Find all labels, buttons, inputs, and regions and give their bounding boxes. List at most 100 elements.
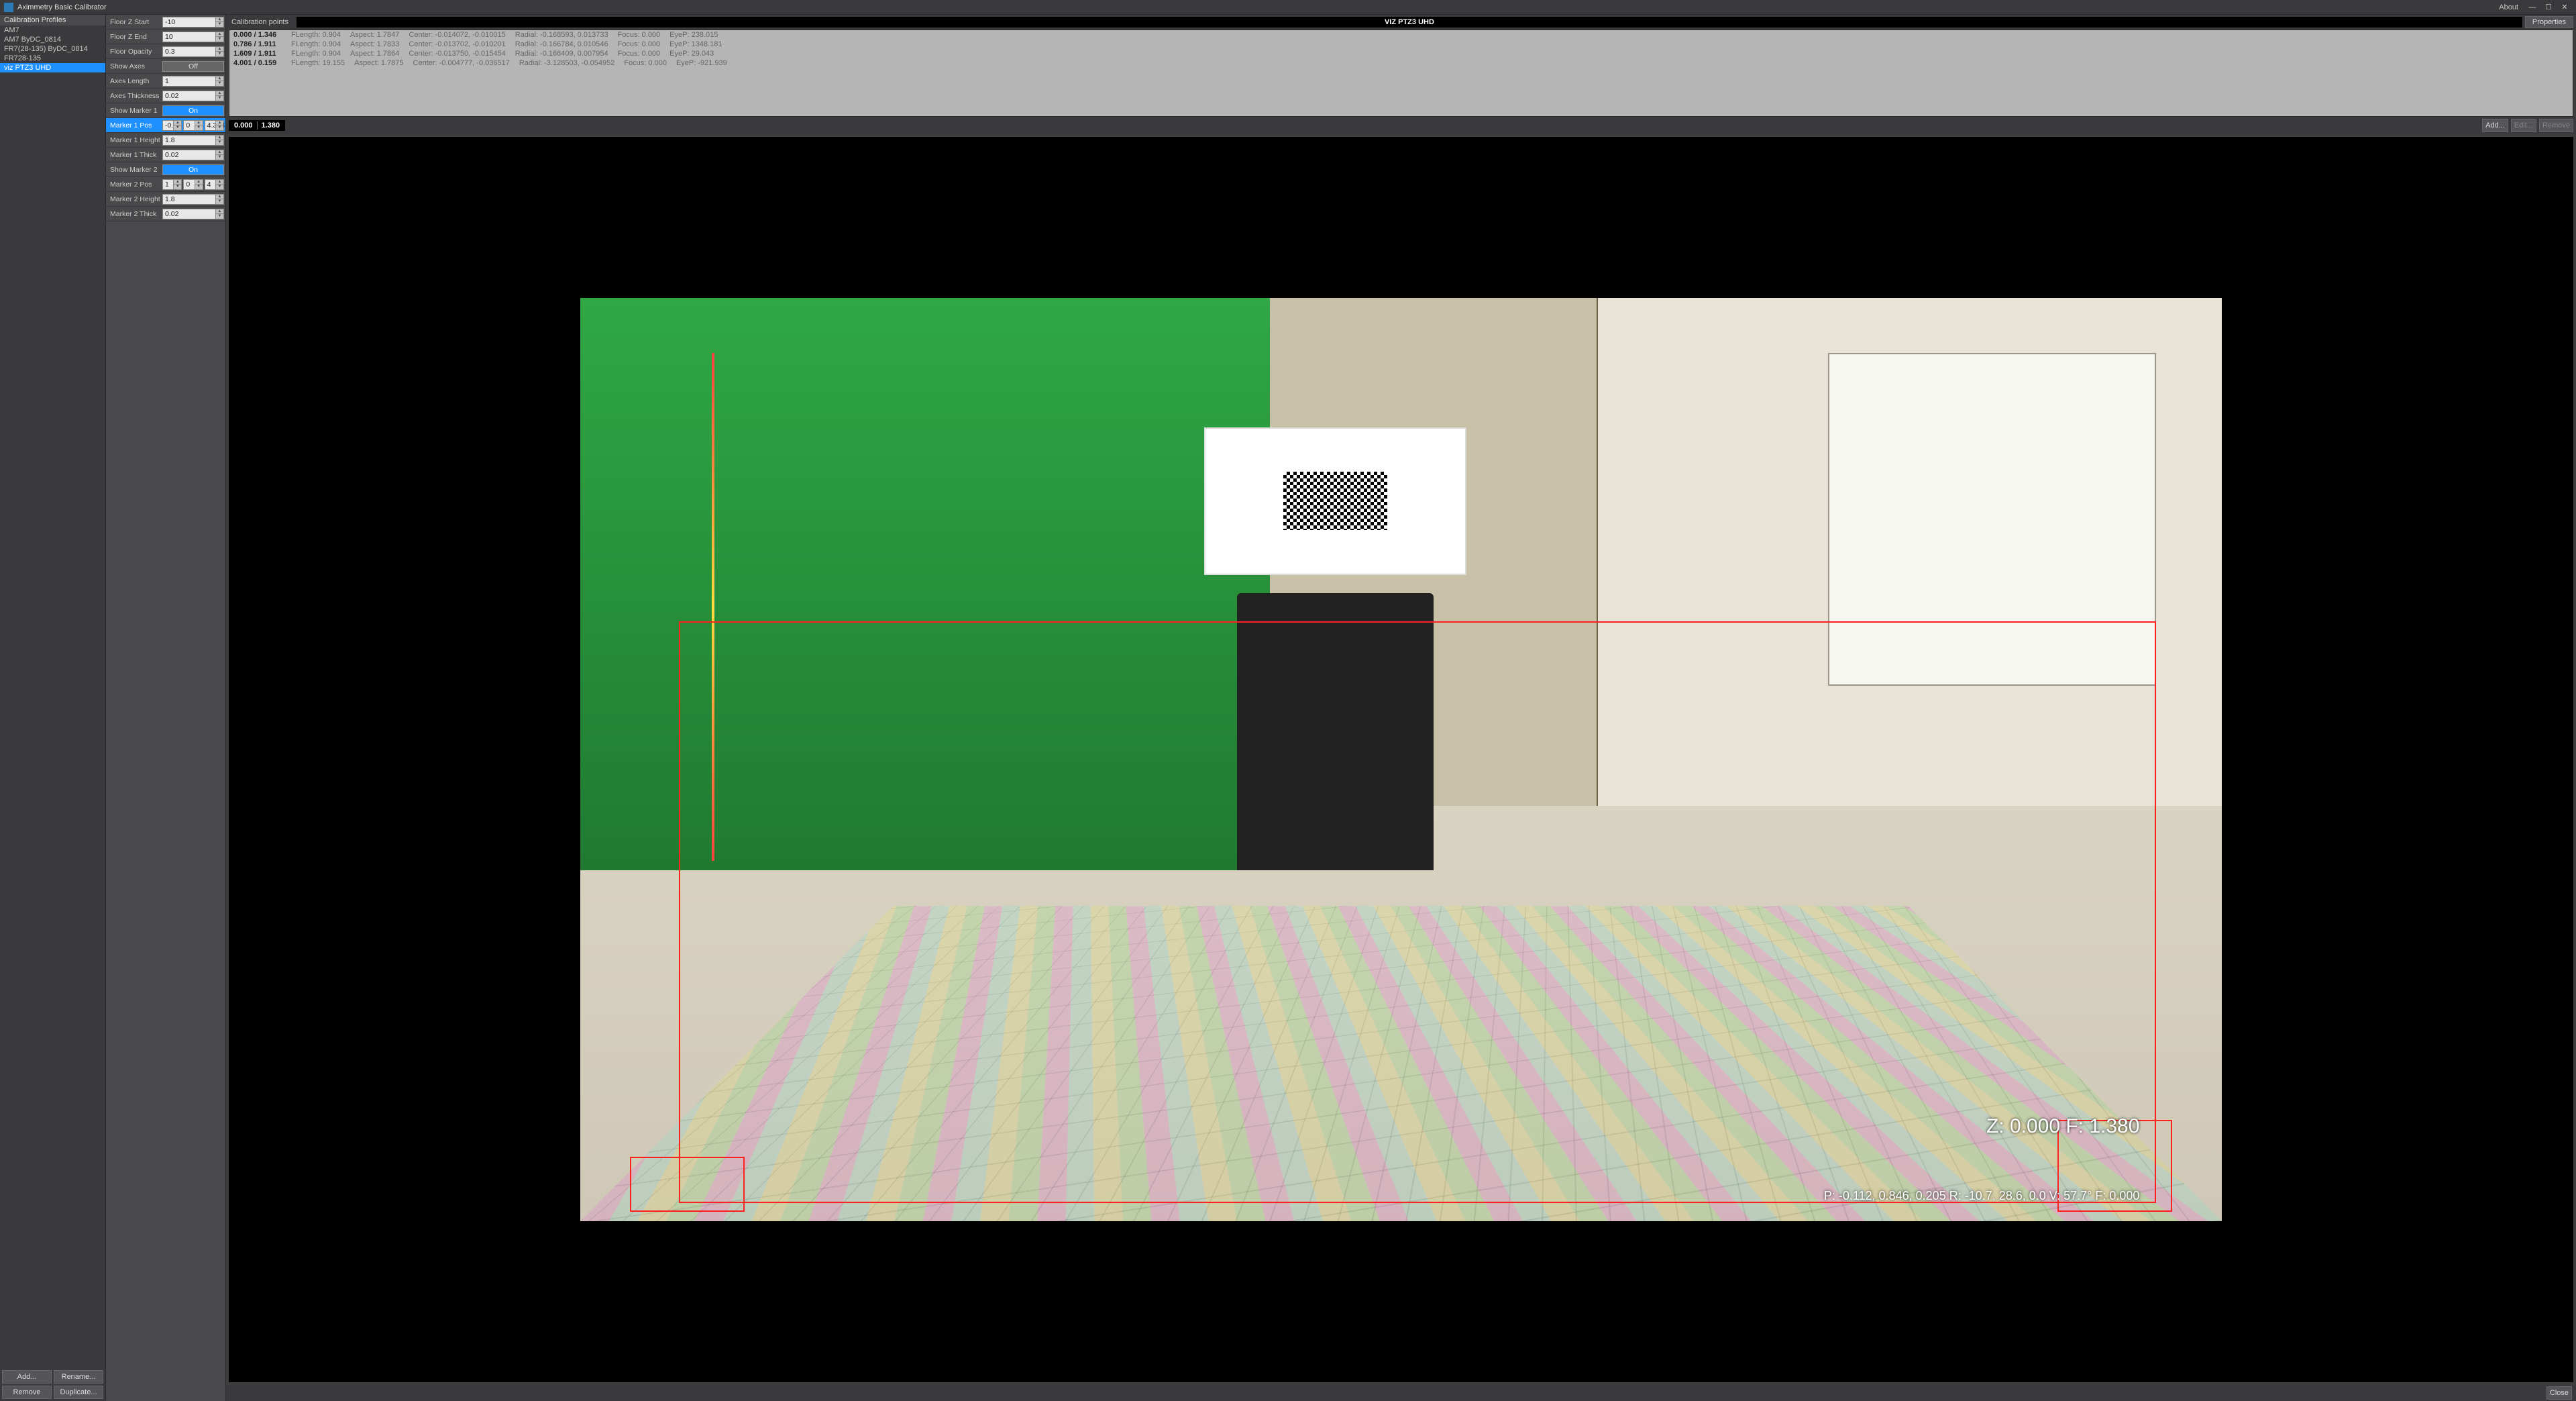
- number-input[interactable]: 1.8▲▼: [162, 194, 224, 205]
- spinner-up-icon[interactable]: ▲: [173, 180, 181, 185]
- duplicate-profile-button[interactable]: Duplicate...: [54, 1386, 103, 1399]
- spinner-down-icon[interactable]: ▼: [215, 155, 223, 160]
- maximize-icon[interactable]: ☐: [2541, 2, 2556, 13]
- spinner-down-icon[interactable]: ▼: [195, 125, 203, 130]
- param-label: Axes Thickness: [106, 92, 161, 100]
- spinner-up-icon[interactable]: ▲: [215, 76, 223, 82]
- param-row[interactable]: Show Marker 2On: [106, 162, 225, 177]
- close-button[interactable]: Close: [2546, 1386, 2572, 1400]
- spinner-up-icon[interactable]: ▲: [215, 17, 223, 23]
- param-row[interactable]: Marker 2 Thick0.02▲▼: [106, 207, 225, 221]
- spinner-up-icon[interactable]: ▲: [215, 121, 223, 126]
- profile-item[interactable]: viz PTZ3 UHD: [0, 63, 105, 72]
- param-label: Marker 1 Height: [106, 136, 161, 144]
- number-input[interactable]: 0.02▲▼: [162, 150, 224, 160]
- about-link[interactable]: About: [2499, 3, 2518, 11]
- param-label: Show Marker 1: [106, 107, 161, 115]
- spinner-up-icon[interactable]: ▲: [173, 121, 181, 126]
- number-input[interactable]: 1▲▼: [162, 179, 182, 190]
- spinner-down-icon[interactable]: ▼: [215, 96, 223, 101]
- spinner-down-icon[interactable]: ▼: [215, 37, 223, 42]
- edit-calib-button[interactable]: Edit...: [2511, 119, 2536, 132]
- param-row[interactable]: Floor Z End10▲▼: [106, 30, 225, 44]
- profile-item[interactable]: FR7(28-135) ByDC_0814: [0, 44, 105, 54]
- number-input[interactable]: 10▲▼: [162, 32, 224, 42]
- spinner-down-icon[interactable]: ▼: [215, 140, 223, 145]
- param-label: Marker 1 Pos: [106, 121, 161, 129]
- number-input[interactable]: -0.18▲▼: [162, 120, 182, 131]
- param-row[interactable]: Marker 1 Thick0.02▲▼: [106, 148, 225, 162]
- number-input[interactable]: 0▲▼: [183, 179, 203, 190]
- spinner-up-icon[interactable]: ▲: [215, 91, 223, 97]
- profile-list[interactable]: AM7AM7 ByDC_0814FR7(28-135) ByDC_0814FR7…: [0, 25, 105, 1368]
- spinner-up-icon[interactable]: ▲: [195, 121, 203, 126]
- toggle-button[interactable]: On: [162, 105, 224, 116]
- add-calib-button[interactable]: Add...: [2482, 119, 2508, 132]
- spinner-down-icon[interactable]: ▼: [215, 52, 223, 56]
- remove-profile-button[interactable]: Remove: [2, 1386, 52, 1399]
- app-logo-icon: [4, 3, 13, 12]
- calib-row[interactable]: 1.609 / 1.911FLength: 0.904Aspect: 1.786…: [229, 49, 2573, 58]
- video-viewport[interactable]: Z: 0.000 F: 1.380 P: -0.112, 0.846, 0.20…: [229, 137, 2573, 1382]
- spinner-down-icon[interactable]: ▼: [173, 125, 181, 130]
- spinner-down-icon[interactable]: ▼: [215, 185, 223, 189]
- minimize-icon[interactable]: —: [2525, 2, 2540, 13]
- calib-row[interactable]: 0.786 / 1.911FLength: 0.904Aspect: 1.783…: [229, 40, 2573, 49]
- param-row[interactable]: Show Marker 1On: [106, 103, 225, 118]
- calib-title: VIZ PTZ3 UHD: [297, 17, 2522, 28]
- overlay-zoom-focus: Z: 0.000 F: 1.380: [1986, 1115, 2139, 1138]
- spinner-down-icon[interactable]: ▼: [215, 125, 223, 130]
- param-row[interactable]: Axes Length1▲▼: [106, 74, 225, 89]
- param-row[interactable]: Axes Thickness0.02▲▼: [106, 89, 225, 103]
- param-row[interactable]: Marker 1 Pos-0.18▲▼0▲▼4.348▲▼: [106, 118, 225, 133]
- profile-item[interactable]: AM7: [0, 25, 105, 35]
- number-input[interactable]: -10▲▼: [162, 17, 224, 28]
- number-input[interactable]: 0.02▲▼: [162, 209, 224, 219]
- param-label: Marker 1 Thick: [106, 151, 161, 159]
- spinner-up-icon[interactable]: ▲: [215, 136, 223, 141]
- number-input[interactable]: 0.3▲▼: [162, 46, 224, 57]
- param-row[interactable]: Marker 1 Height1.8▲▼: [106, 133, 225, 148]
- param-label: Show Marker 2: [106, 166, 161, 174]
- number-input[interactable]: 0.02▲▼: [162, 91, 224, 101]
- param-row[interactable]: Marker 2 Height1.8▲▼: [106, 192, 225, 207]
- spinner-down-icon[interactable]: ▼: [173, 185, 181, 189]
- param-label: Floor Z Start: [106, 18, 161, 26]
- spinner-up-icon[interactable]: ▲: [215, 150, 223, 156]
- toggle-button[interactable]: Off: [162, 61, 224, 72]
- spinner-up-icon[interactable]: ▲: [215, 32, 223, 38]
- profile-item[interactable]: AM7 ByDC_0814: [0, 35, 105, 44]
- param-row[interactable]: Show AxesOff: [106, 59, 225, 74]
- add-profile-button[interactable]: Add...: [2, 1370, 52, 1384]
- number-input[interactable]: 1▲▼: [162, 76, 224, 87]
- spinner-down-icon[interactable]: ▼: [215, 81, 223, 86]
- spinner-up-icon[interactable]: ▲: [215, 209, 223, 215]
- remove-calib-button[interactable]: Remove: [2539, 119, 2573, 132]
- spinner-down-icon[interactable]: ▼: [215, 22, 223, 27]
- number-input[interactable]: 4.348▲▼: [205, 120, 224, 131]
- number-input[interactable]: 0▲▼: [183, 120, 203, 131]
- properties-button[interactable]: Properties: [2525, 16, 2573, 28]
- spinner-up-icon[interactable]: ▲: [215, 180, 223, 185]
- overlay-pose-readout: P: -0.112, 0.846, 0.205 R: -10.7, 28.6, …: [663, 1189, 2140, 1203]
- zoom-focus-readout: 0.0001.380: [229, 120, 285, 131]
- spinner-down-icon[interactable]: ▼: [195, 185, 203, 189]
- spinner-down-icon[interactable]: ▼: [215, 214, 223, 219]
- spinner-up-icon[interactable]: ▲: [215, 195, 223, 200]
- spinner-up-icon[interactable]: ▲: [195, 180, 203, 185]
- param-row[interactable]: Floor Opacity0.3▲▼: [106, 44, 225, 59]
- number-input[interactable]: 4▲▼: [205, 179, 224, 190]
- calib-row[interactable]: 4.001 / 0.159FLength: 19.155Aspect: 1.78…: [229, 58, 2573, 68]
- spinner-down-icon[interactable]: ▼: [215, 199, 223, 204]
- safe-area-box: [679, 621, 2156, 1203]
- profile-item[interactable]: FR728-135: [0, 54, 105, 63]
- param-row[interactable]: Floor Z Start-10▲▼: [106, 15, 225, 30]
- close-icon[interactable]: ✕: [2557, 2, 2572, 13]
- spinner-up-icon[interactable]: ▲: [215, 47, 223, 52]
- rename-profile-button[interactable]: Rename...: [54, 1370, 103, 1384]
- number-input[interactable]: 1.8▲▼: [162, 135, 224, 146]
- toggle-button[interactable]: On: [162, 164, 224, 175]
- calib-table[interactable]: 0.000 / 1.346FLength: 0.904Aspect: 1.784…: [229, 30, 2573, 117]
- calib-row[interactable]: 0.000 / 1.346FLength: 0.904Aspect: 1.784…: [229, 30, 2573, 40]
- param-row[interactable]: Marker 2 Pos1▲▼0▲▼4▲▼: [106, 177, 225, 192]
